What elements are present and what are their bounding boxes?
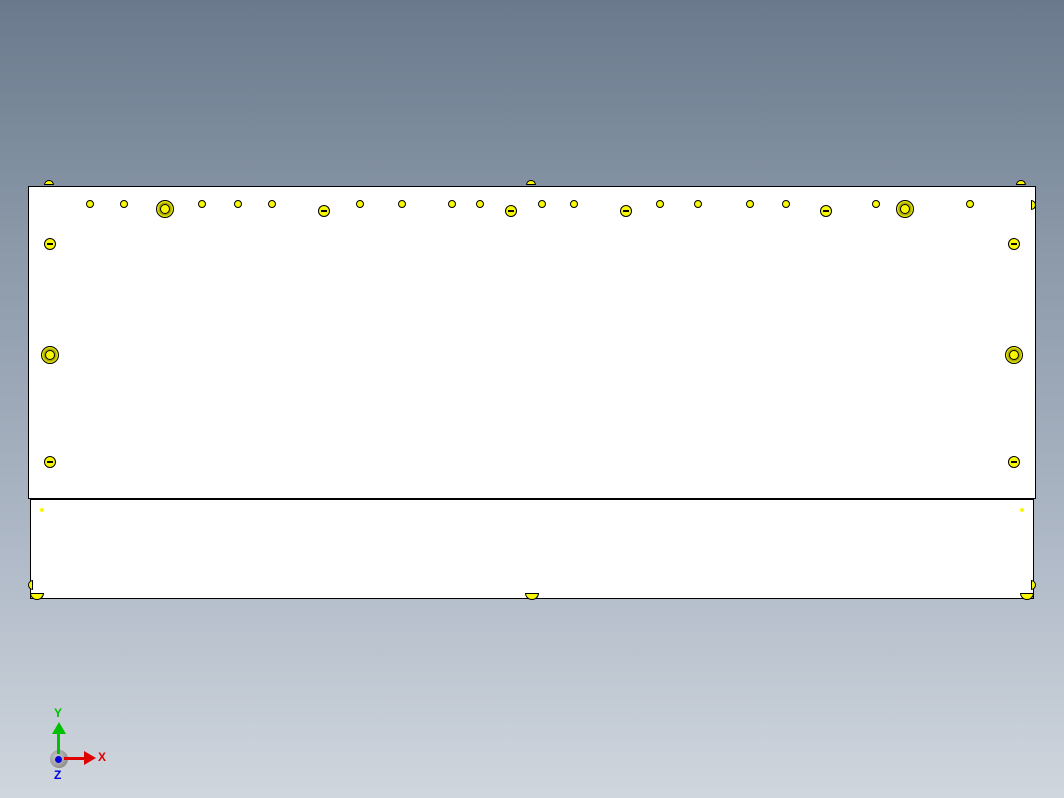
edge-hole-top bbox=[526, 180, 536, 185]
hole-small bbox=[694, 200, 702, 208]
hole-small bbox=[268, 200, 276, 208]
triad-y-axis bbox=[57, 732, 60, 754]
hole-small bbox=[872, 200, 880, 208]
hole-small bbox=[398, 200, 406, 208]
hole-medium bbox=[620, 205, 632, 217]
hole-medium bbox=[1008, 456, 1020, 468]
hole-medium bbox=[44, 238, 56, 250]
hole-medium bbox=[44, 456, 56, 468]
hole-small bbox=[448, 200, 456, 208]
hole-small bbox=[198, 200, 206, 208]
triad-z-axis bbox=[55, 756, 62, 763]
edge-hole-top bbox=[1016, 180, 1026, 185]
triad-y-label: Y bbox=[54, 706, 62, 720]
hole-small bbox=[538, 200, 546, 208]
hole-small bbox=[570, 200, 578, 208]
edge-hole-left bbox=[28, 580, 33, 590]
hole-small bbox=[234, 200, 242, 208]
triad-y-arrowhead bbox=[52, 722, 66, 734]
edge-hole-top bbox=[44, 180, 54, 185]
small-corner bbox=[40, 508, 44, 512]
triad-x-label: X bbox=[98, 750, 106, 764]
hole-small bbox=[120, 200, 128, 208]
hole-small bbox=[476, 200, 484, 208]
hole-small bbox=[356, 200, 364, 208]
hole-medium bbox=[318, 205, 330, 217]
hole-small bbox=[86, 200, 94, 208]
hole-small bbox=[782, 200, 790, 208]
hole-small bbox=[656, 200, 664, 208]
hole-small bbox=[746, 200, 754, 208]
hole-medium bbox=[820, 205, 832, 217]
hole-medium bbox=[1008, 238, 1020, 250]
triad-z-label: Z bbox=[54, 768, 61, 782]
hole-large bbox=[1005, 346, 1023, 364]
small-corner bbox=[1020, 508, 1024, 512]
hole-large bbox=[896, 200, 914, 218]
triad-x-axis bbox=[64, 757, 86, 760]
edge-hole-right bbox=[1031, 580, 1036, 590]
hole-medium bbox=[505, 205, 517, 217]
hole-large bbox=[41, 346, 59, 364]
hole-large bbox=[156, 200, 174, 218]
cad-panel-bottom bbox=[30, 499, 1034, 599]
triad-x-arrowhead bbox=[84, 751, 96, 765]
orientation-triad[interactable]: X Y Z bbox=[50, 708, 110, 768]
hole-small bbox=[966, 200, 974, 208]
cad-panel-main bbox=[28, 186, 1036, 499]
